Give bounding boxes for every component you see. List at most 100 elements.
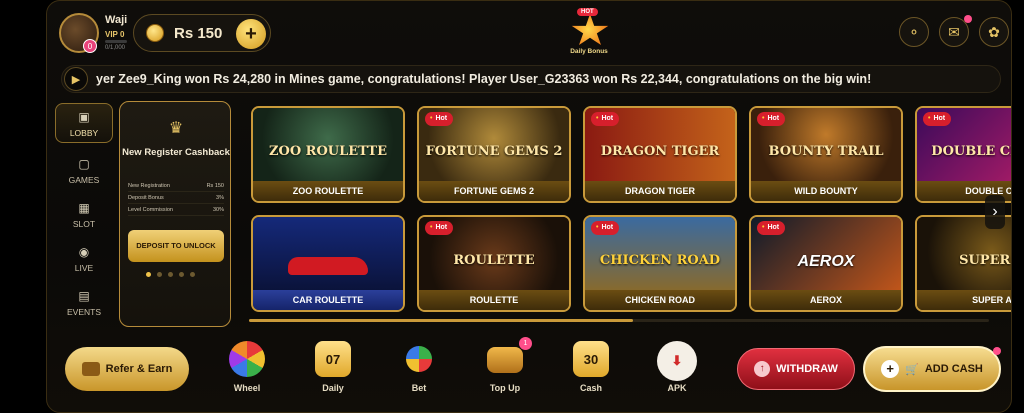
sidebar-item-events[interactable]: ▤ EVENTS	[55, 289, 113, 317]
hot-badge: Hot	[757, 221, 786, 235]
game-name: CAR ROULETTE	[253, 290, 403, 310]
game-tile-fortune-gems-2[interactable]: FORTUNE GEMS 2 Hot FORTUNE GEMS 2	[417, 106, 571, 203]
lobby-icon: ▣	[78, 110, 90, 124]
game-name: DRAGON TIGER	[585, 181, 735, 201]
add-cash-notification-dot	[993, 347, 1001, 355]
balance-pill: Rs 150 +	[133, 14, 271, 52]
carousel-dot[interactable]	[190, 272, 195, 277]
cashback-row-key: Level Commission	[128, 207, 173, 213]
hot-badge: Hot	[591, 112, 620, 126]
hot-badge: Hot	[591, 221, 620, 235]
daily-bonus-label: Daily Bonus	[570, 48, 608, 55]
gift-icon	[81, 362, 100, 376]
cashback-row-value: 30%	[212, 207, 224, 213]
deposit-to-unlock-button[interactable]: DEPOSIT TO UNLOCK	[128, 230, 224, 262]
gear-icon: ✿	[988, 23, 1000, 40]
sidebar-item-slot[interactable]: ▦ SLOT	[55, 201, 113, 229]
cash-calendar-icon: 30	[573, 341, 609, 377]
bottom-item-label: Daily	[322, 383, 344, 393]
calendar-icon: 07	[315, 341, 351, 377]
live-icon: ◉	[78, 245, 90, 259]
app-frame: 0 Waji VIP 0 0/1,000 Rs 150 + HOT Daily …	[46, 0, 1012, 413]
game-tile-roulette[interactable]: ROULETTE Hot ROULETTE	[417, 215, 571, 312]
bottom-item-bet[interactable]: Bet	[391, 341, 447, 393]
bottom-item-wheel[interactable]: Wheel	[219, 341, 275, 393]
daily-bonus-hot-badge: HOT	[577, 8, 598, 16]
sidebar-item-lobby[interactable]: ▣ LOBBY	[55, 103, 113, 143]
game-tile-aerox[interactable]: AEROX Hot AEROX	[749, 215, 903, 312]
game-tile-super-ace[interactable]: SUPER A SUPER A	[915, 215, 1011, 312]
cashback-row: Level Commission 30%	[128, 204, 224, 216]
game-tile-double-crash[interactable]: DOUBLE CRASH Hot DOUBLE CR	[915, 106, 1011, 203]
withdraw-arrow-icon: ↑	[754, 361, 771, 377]
carousel-dot[interactable]	[157, 272, 162, 277]
game-tile-car-roulette[interactable]: CAR ROULETTE	[251, 215, 405, 312]
cart-icon: 🛒	[905, 363, 919, 376]
daily-bonus-button[interactable]: HOT Daily Bonus	[561, 6, 617, 58]
withdraw-label: WITHDRAW	[776, 363, 838, 375]
bottom-item-cash[interactable]: 30 Cash	[563, 341, 619, 393]
sidebar-item-label: LOBBY	[69, 128, 99, 138]
cashback-title: New Register Cashback	[122, 147, 230, 158]
game-logo: DRAGON TIGER	[600, 144, 720, 159]
game-logo: ZOO ROULETTE	[269, 144, 387, 159]
cashback-card: ♛ New Register Cashback New Registration…	[119, 101, 231, 327]
hot-badge: Hot	[425, 112, 454, 126]
plus-icon: +	[881, 360, 900, 378]
game-name: AEROX	[751, 290, 901, 310]
vip-progress-text: 0/1,000	[105, 45, 126, 51]
carousel-dots	[146, 272, 195, 277]
bottom-item-label: Wheel	[233, 383, 261, 393]
support-button[interactable]: ⚬	[899, 17, 929, 47]
game-logo: AEROX	[797, 253, 855, 270]
game-tile-dragon-tiger[interactable]: DRAGON TIGER Hot DRAGON TIGER	[583, 106, 737, 203]
cashback-row-key: New Registration	[128, 183, 170, 189]
game-name: CHICKEN ROAD	[585, 290, 735, 310]
game-tile-zoo-roulette[interactable]: ZOO ROULETTE ZOO ROULETTE	[251, 106, 405, 203]
chip-icon	[406, 346, 432, 372]
daily-bonus-icon	[571, 14, 609, 45]
game-tile-wild-bounty[interactable]: BOUNTY TRAIL Hot WILD BOUNTY	[749, 106, 903, 203]
settings-button[interactable]: ✿	[979, 17, 1009, 47]
vip-progress-bar	[105, 40, 127, 43]
next-games-button[interactable]: ›	[985, 195, 1005, 229]
withdraw-button[interactable]: ↑ WITHDRAW	[737, 348, 855, 390]
bottom-item-apk[interactable]: ⬇ APK	[649, 341, 705, 393]
cash-value: 30	[583, 351, 599, 367]
sidebar-item-label: EVENTS	[66, 307, 101, 317]
game-name: SUPER A	[917, 290, 1011, 310]
cashback-row-value: Rs 150	[206, 183, 224, 189]
game-logo: BOUNTY TRAIL	[768, 144, 884, 159]
add-cash-button[interactable]: + 🛒 ADD CASH	[863, 346, 1001, 392]
hot-badge: Hot	[425, 221, 454, 235]
treasure-chest-icon	[487, 347, 523, 373]
speaker-icon: ▶	[64, 67, 88, 91]
wheel-icon	[229, 341, 265, 377]
username: Waji	[105, 14, 128, 26]
game-name: WILD BOUNTY	[751, 181, 901, 201]
carousel-dot[interactable]	[179, 272, 184, 277]
add-balance-button[interactable]: +	[236, 19, 266, 49]
game-name: ROULETTE	[419, 290, 569, 310]
coin-icon	[146, 24, 164, 42]
sidebar-item-label: LIVE	[74, 263, 94, 273]
cashback-row: New Registration Rs 150	[128, 180, 224, 192]
winners-marquee: ▶ yer Zee9_King won Rs 24,280 in Mines g…	[61, 65, 1001, 93]
refer-and-earn-button[interactable]: Refer & Earn	[65, 347, 189, 391]
sidebar-item-live[interactable]: ◉ LIVE	[55, 245, 113, 273]
game-tile-chicken-road[interactable]: CHICKEN ROAD Hot CHICKEN ROAD	[583, 215, 737, 312]
sidebar-item-games[interactable]: ▢ GAMES	[55, 157, 113, 185]
car-graphic	[253, 257, 403, 279]
carousel-dot[interactable]	[146, 272, 151, 277]
refer-label: Refer & Earn	[105, 363, 173, 375]
game-name: ZOO ROULETTE	[253, 181, 403, 201]
carousel-dot[interactable]	[168, 272, 173, 277]
sidebar: ▣ LOBBY ▢ GAMES ▦ SLOT ◉ LIVE ▤ EVENTS	[55, 103, 113, 327]
cashback-row-value: 3%	[216, 195, 224, 201]
bottom-item-daily[interactable]: 07 Daily	[305, 341, 361, 393]
mail-notification-dot	[964, 15, 972, 23]
games-scroll-thumb[interactable]	[249, 319, 633, 322]
slot-icon: ▦	[78, 201, 90, 215]
cashback-row-key: Deposit Bonus	[128, 195, 164, 201]
daily-value: 07	[325, 351, 341, 367]
